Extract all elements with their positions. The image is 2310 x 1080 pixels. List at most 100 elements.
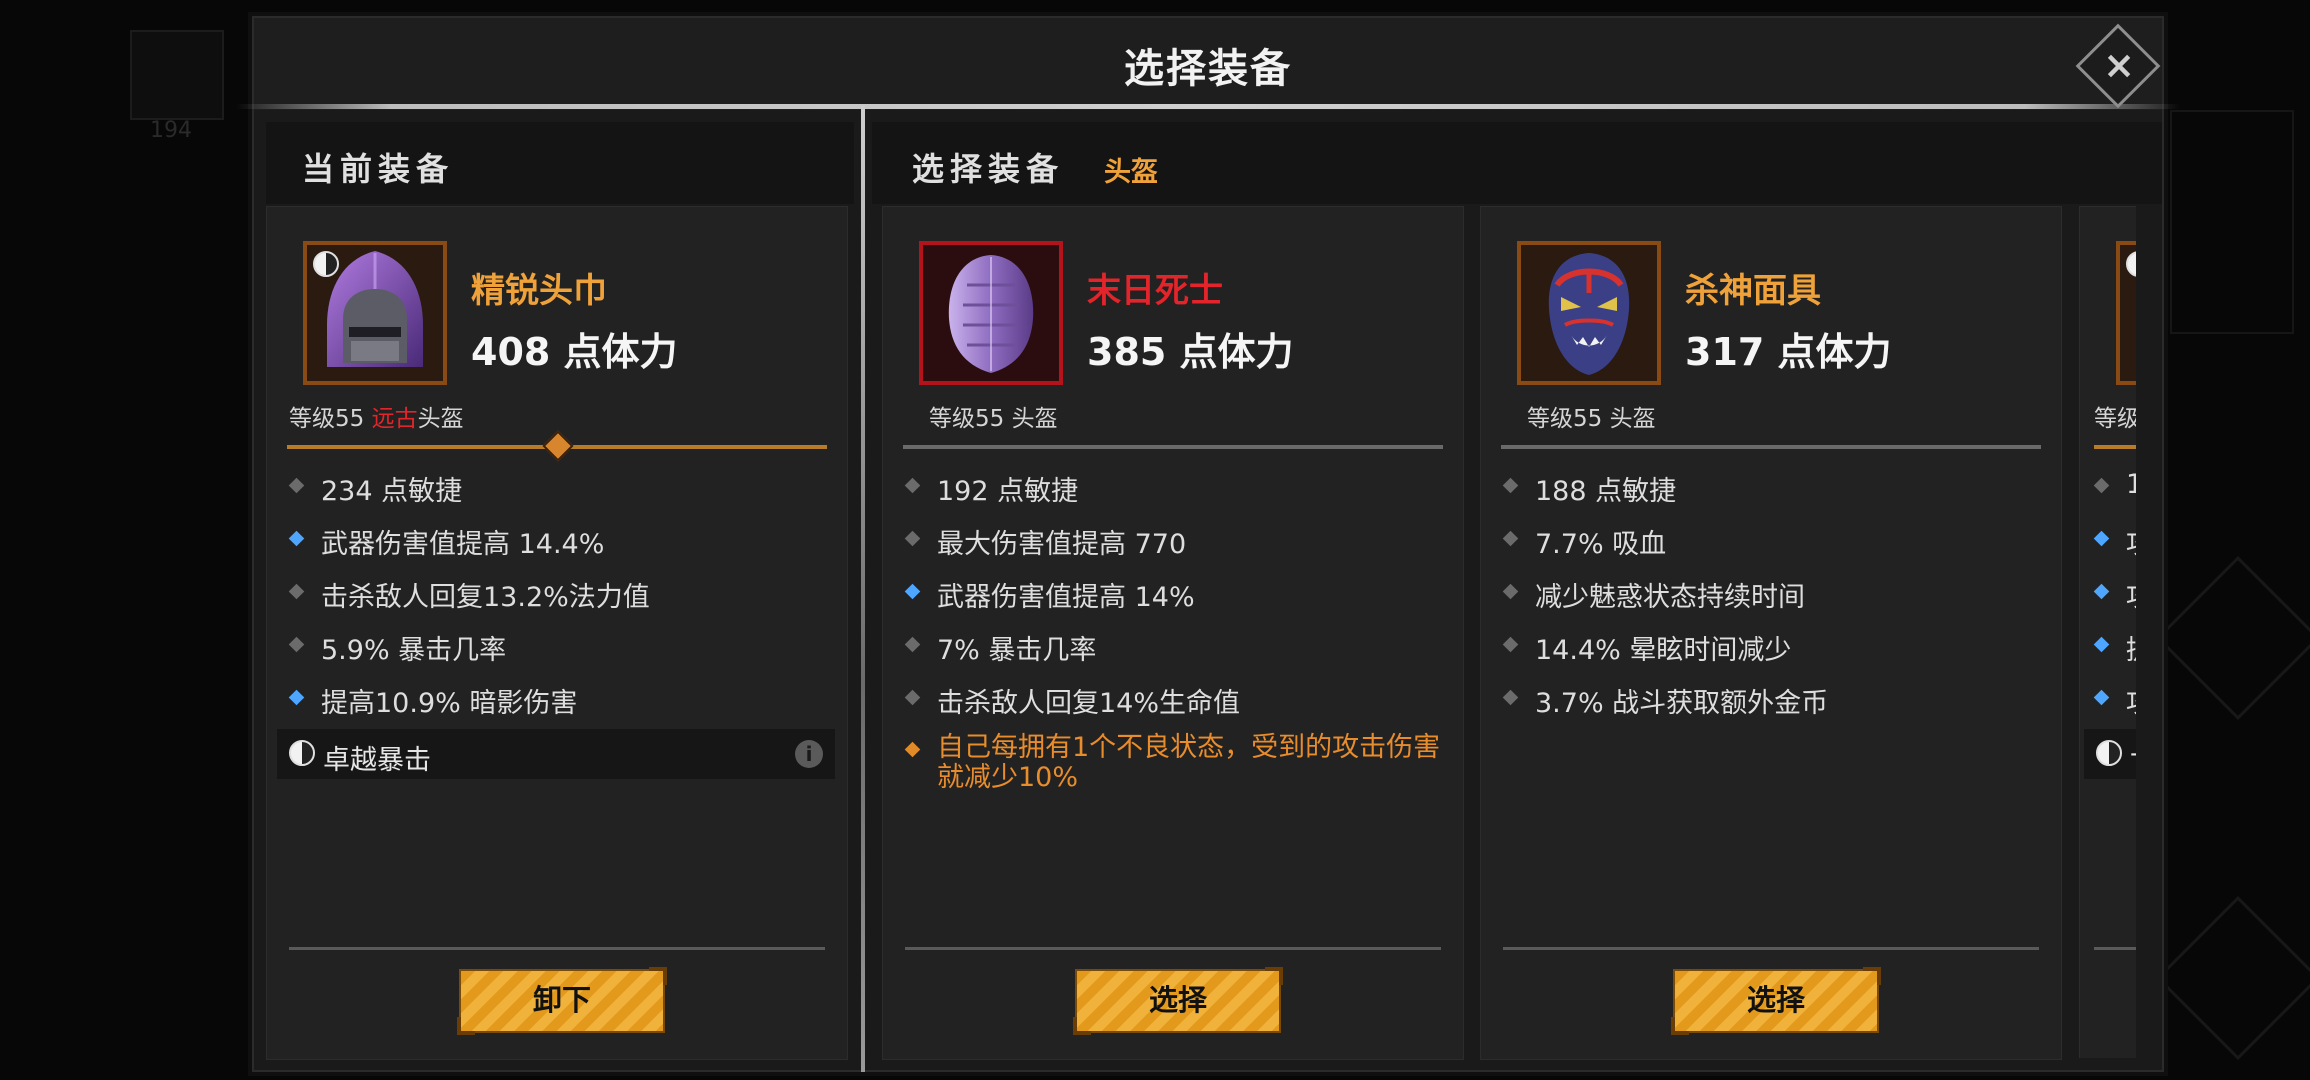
attribute-text: 7% 暴击几率 xyxy=(937,635,1097,666)
attribute-text: 攻 xyxy=(2126,522,2136,561)
item-level: 等级 xyxy=(2094,406,2136,432)
attribute-text: 提 xyxy=(2126,628,2136,667)
bottom-divider xyxy=(905,947,1441,950)
attribute-text: 188 点敏捷 xyxy=(1535,476,1677,507)
level-divider xyxy=(1501,445,2041,449)
bullet-icon xyxy=(904,636,921,653)
special-attribute-text: 卓越暴击 xyxy=(323,745,431,776)
bottom-divider xyxy=(289,947,825,950)
modal-title: 选择装备 xyxy=(1124,46,1292,92)
yin-yang-icon xyxy=(2096,740,2122,766)
select-button[interactable]: 选择 xyxy=(1671,967,1881,1035)
bullet-icon xyxy=(904,530,921,547)
info-icon[interactable]: i xyxy=(795,740,823,768)
item-icon-frame xyxy=(1517,241,1661,385)
attribute-text: 攻 xyxy=(2126,575,2136,614)
background-grid xyxy=(2170,110,2294,334)
special-attribute-row: 卓越暴击 i xyxy=(277,729,835,779)
item-level-prefix: 等级55 xyxy=(289,406,372,432)
demon-mask-icon xyxy=(1548,253,1630,375)
level-divider xyxy=(2094,445,2136,449)
bottom-divider xyxy=(2094,947,2136,950)
attribute-text: 武器伤害值提高 14% xyxy=(937,582,1195,613)
bullet-icon xyxy=(904,689,921,706)
attribute-text: 14.4% 晕眩时间减少 xyxy=(1535,635,1792,666)
attribute-text: 192 点敏捷 xyxy=(937,476,1079,507)
background-item-slot xyxy=(130,30,224,120)
attribute-text: 减少魅惑状态持续时间 xyxy=(1535,582,1805,613)
attribute-text: 击杀敌人回复14%生命值 xyxy=(937,688,1241,719)
bullet-icon xyxy=(2093,636,2110,653)
item-level: 等级55 头盔 xyxy=(929,406,1058,432)
select-equipment-title: 选择装备 xyxy=(912,150,1065,188)
item-level: 等级55 远古头盔 xyxy=(289,399,464,433)
attribute-text: 提高10.9% 暗影伤害 xyxy=(321,688,578,719)
current-item-card: 精锐头巾 408 点体力 等级55 远古头盔 234 点敏捷 武器伤害值提高 1… xyxy=(266,206,848,1060)
special-attribute-row: - xyxy=(2084,729,2136,779)
modal-title-bar: 选择装备 xyxy=(254,18,2162,110)
bullet-icon xyxy=(288,689,305,706)
bullet-icon xyxy=(1502,530,1519,547)
equipment-category: 头盔 xyxy=(1104,157,1158,188)
level-divider xyxy=(903,445,1443,449)
yin-yang-icon xyxy=(313,251,339,277)
bullet-icon xyxy=(288,530,305,547)
bullet-icon xyxy=(288,477,305,494)
select-equipment-header: 选择装备 头盔 xyxy=(872,122,2162,204)
close-icon[interactable]: × xyxy=(2092,40,2146,94)
bullet-icon xyxy=(2093,530,2110,547)
bullet-icon xyxy=(1502,477,1519,494)
candidate-item-card: 杀神面具 317 点体力 等级55 头盔 188 点敏捷 7.7% 吸血 减少魅… xyxy=(1480,206,2062,1060)
bullet-icon xyxy=(904,583,921,600)
attribute-text: 7.7% 吸血 xyxy=(1535,529,1667,560)
bullet-icon xyxy=(2093,477,2110,494)
equipment-select-modal: 选择装备 × 当前装备 选择装备 头盔 精锐头巾 408 点体力 等级55 远古… xyxy=(236,16,2180,1072)
item-slot: 头盔 xyxy=(417,406,464,432)
bullet-icon xyxy=(1502,689,1519,706)
item-primary-stat: 385 点体力 xyxy=(1087,330,1294,374)
attribute-text: 3.7% 战斗获取额外金币 xyxy=(1535,688,1829,719)
bullet-icon xyxy=(288,636,305,653)
bottom-divider xyxy=(1503,947,2039,950)
background-diamond-button xyxy=(2155,555,2310,721)
attribute-text: 1 xyxy=(2126,469,2136,500)
attribute-text: 自己每拥有1个不良状态，受到的攻击伤害就减少10% xyxy=(937,732,1441,793)
item-icon-frame xyxy=(2116,241,2136,385)
background-diamond-button xyxy=(2155,895,2310,1061)
level-gem-icon xyxy=(542,430,574,462)
attribute-text: 5.9% 暴击几率 xyxy=(321,635,507,666)
candidate-item-card-partial: 等级 1 攻 攻 提 攻 - xyxy=(2079,206,2136,1058)
bullet-icon xyxy=(904,741,921,758)
purple-helmet-icon xyxy=(948,255,1034,373)
bullet-icon xyxy=(1502,636,1519,653)
item-primary-stat: 317 点体力 xyxy=(1685,330,1892,374)
bullet-icon xyxy=(288,583,305,600)
attribute-text: 攻 xyxy=(2126,681,2136,720)
background-slot-count: 194 xyxy=(150,118,192,143)
current-equipment-header: 当前装备 xyxy=(266,122,854,204)
item-icon-frame xyxy=(303,241,447,385)
special-attribute-text: - xyxy=(2130,738,2136,769)
attribute-text: 234 点敏捷 xyxy=(321,476,463,507)
bullet-icon xyxy=(904,477,921,494)
attribute-text: 击杀敌人回复13.2%法力值 xyxy=(321,582,650,613)
current-equipment-title: 当前装备 xyxy=(302,150,455,188)
item-primary-stat: 408 点体力 xyxy=(471,330,678,374)
attribute-text: 武器伤害值提高 14.4% xyxy=(321,529,605,560)
item-name: 杀神面具 xyxy=(1685,271,1821,311)
attribute-text: 最大伤害值提高 770 xyxy=(937,529,1187,560)
yin-yang-icon xyxy=(2126,251,2136,277)
bullet-icon xyxy=(2093,583,2110,600)
yin-yang-icon xyxy=(289,740,315,766)
unequip-button[interactable]: 卸下 xyxy=(457,967,667,1035)
item-rarity: 远古 xyxy=(371,406,418,432)
item-icon-frame xyxy=(919,241,1063,385)
item-name: 末日死士 xyxy=(1087,271,1223,311)
bullet-icon xyxy=(1502,583,1519,600)
item-level: 等级55 头盔 xyxy=(1527,406,1656,432)
candidate-item-card: 末日死士 385 点体力 等级55 头盔 192 点敏捷 最大伤害值提高 770… xyxy=(882,206,1464,1060)
select-button[interactable]: 选择 xyxy=(1073,967,1283,1035)
item-name: 精锐头巾 xyxy=(471,271,607,311)
section-divider xyxy=(861,106,865,1072)
bullet-icon xyxy=(2093,689,2110,706)
